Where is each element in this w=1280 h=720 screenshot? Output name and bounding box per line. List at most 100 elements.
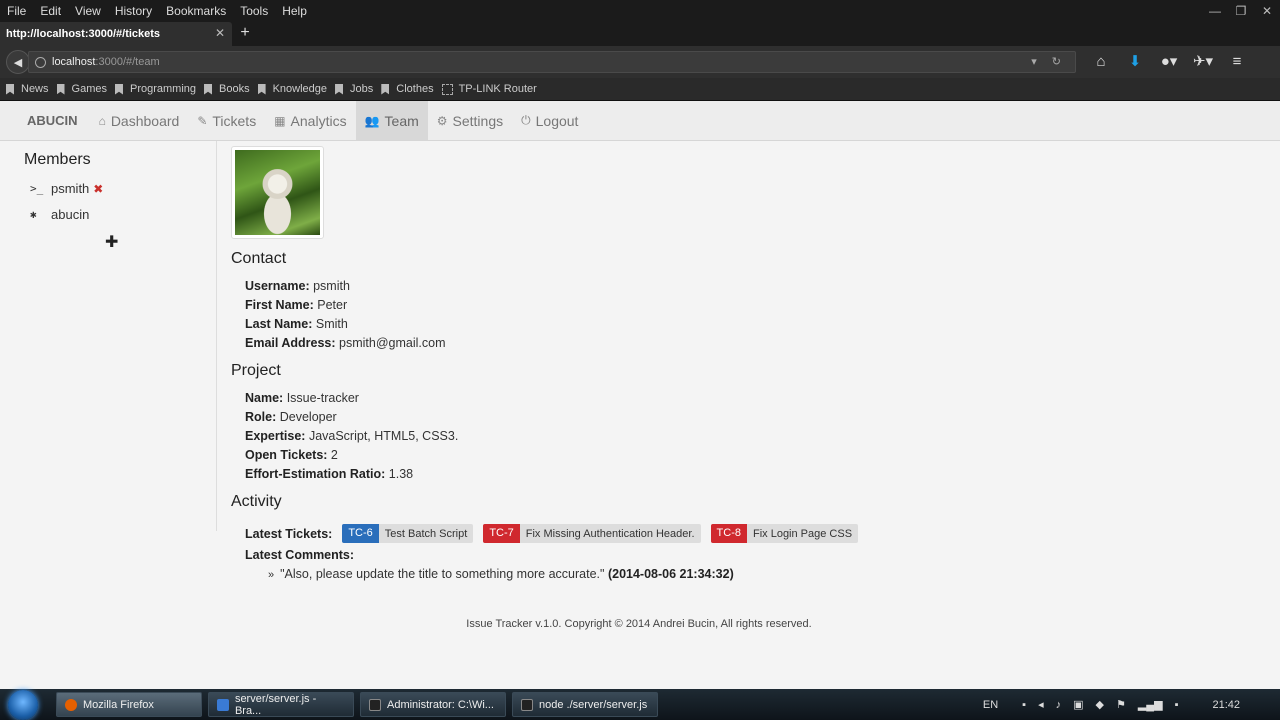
bookmark-icon bbox=[114, 83, 123, 95]
bookmark-knowledge[interactable]: Knowledge bbox=[257, 83, 327, 95]
field-label: Username: bbox=[245, 279, 310, 293]
brackets-icon bbox=[217, 698, 229, 711]
chevron-right-icon: » bbox=[268, 569, 275, 581]
nav-dashboard[interactable]: ⌂ Dashboard bbox=[90, 101, 189, 140]
clock[interactable]: 21:42 bbox=[1212, 699, 1240, 711]
add-member-icon[interactable]: ✚ bbox=[105, 232, 118, 252]
start-button[interactable] bbox=[0, 689, 40, 720]
gear-icon: ⚙ bbox=[436, 113, 448, 128]
menu-file[interactable]: File bbox=[0, 4, 33, 18]
app-navbar: ABUCIN ⌂ Dashboard ✎ Tickets ▦ Analytics 👥 T… bbox=[0, 101, 1280, 141]
ticket-title: Fix Login Page CSS bbox=[752, 527, 853, 540]
browser-menubar: File Edit View History Bookmarks Tools H… bbox=[0, 0, 1280, 22]
bookmark-tplink[interactable]: TP-LINK Router bbox=[441, 83, 537, 95]
comment-text: "Also, please update the title to someth… bbox=[280, 567, 605, 581]
members-sidebar: Members >_ psmith ✖ ✱ abucin ✚ bbox=[0, 141, 217, 531]
terminal-icon: >_ bbox=[30, 182, 44, 195]
bookmark-games[interactable]: Games bbox=[56, 83, 107, 95]
ticket-id: TC-8 bbox=[710, 524, 747, 543]
maximize-button[interactable]: ❐ bbox=[1228, 4, 1254, 18]
tray-app-icon[interactable]: ▪ bbox=[1022, 699, 1026, 711]
home-icon[interactable]: ⌂ bbox=[1084, 53, 1118, 70]
nav-label: Team bbox=[384, 112, 419, 129]
url-bar[interactable]: localhost:3000/#/team ▾ ↻ bbox=[28, 51, 1076, 73]
field-value: 2 bbox=[330, 448, 338, 462]
tray-app-icon[interactable]: ◂ bbox=[1038, 698, 1044, 711]
gpu-icon[interactable]: ▪ bbox=[1175, 699, 1179, 711]
network-icon[interactable]: ▣ bbox=[1073, 698, 1083, 711]
window-controls: — ❐ ✕ bbox=[1202, 0, 1280, 22]
ticket-badge[interactable]: TC-8 Fix Login Page CSS bbox=[710, 524, 859, 543]
speaker-icon[interactable]: ♪ bbox=[1056, 699, 1062, 711]
field-value: Smith bbox=[315, 317, 348, 331]
task-node[interactable]: node ./server/server.js bbox=[512, 692, 658, 717]
browser-navbar: ◀ localhost:3000/#/team ▾ ↻ ⌂ ⬇ ●▾ ✈▾ ≡ bbox=[0, 46, 1280, 78]
app-brand[interactable]: ABUCIN bbox=[15, 101, 90, 140]
bookmark-icon bbox=[204, 83, 213, 95]
flag-icon[interactable]: ⚑ bbox=[1116, 698, 1126, 711]
nav-label: Analytics bbox=[290, 112, 347, 129]
member-psmith[interactable]: >_ psmith ✖ bbox=[30, 181, 103, 196]
member-name: abucin bbox=[51, 207, 90, 222]
bookmarks-bar: News Games Programming Books Knowledge J… bbox=[0, 78, 1280, 101]
bookmark-clothes[interactable]: Clothes bbox=[381, 83, 434, 95]
nav-tickets[interactable]: ✎ Tickets bbox=[188, 101, 265, 140]
project-title: Project bbox=[231, 362, 281, 379]
signal-icon[interactable]: ▂▄▆ bbox=[1138, 698, 1163, 711]
new-tab-button[interactable]: + bbox=[232, 22, 258, 46]
bookmark-label: Clothes bbox=[396, 83, 434, 95]
tab-close-icon[interactable]: ✕ bbox=[215, 26, 225, 40]
ticket-badge[interactable]: TC-7 Fix Missing Authentication Header. bbox=[483, 524, 701, 543]
latest-tickets: Latest Tickets: TC-6 Test Batch Script TC… bbox=[245, 524, 868, 543]
username-field: Username: psmith bbox=[245, 279, 350, 293]
bookmark-icon bbox=[335, 83, 344, 95]
toolbar-icons: ⌂ ⬇ ●▾ ✈▾ ≡ bbox=[1084, 52, 1254, 71]
minimize-button[interactable]: — bbox=[1202, 4, 1228, 18]
contact-title: Contact bbox=[231, 250, 287, 267]
menu-bookmarks[interactable]: Bookmarks bbox=[159, 4, 233, 18]
back-icon[interactable]: ◀ bbox=[6, 50, 30, 74]
bookmark-news[interactable]: News bbox=[6, 83, 49, 95]
antivirus-icon[interactable]: ◆ bbox=[1096, 698, 1104, 711]
footer: Issue Tracker v.1.0. Copyright © 2014 An… bbox=[466, 618, 812, 630]
task-brackets[interactable]: server/server.js - Bra... bbox=[208, 692, 354, 717]
ticket-badge[interactable]: TC-6 Test Batch Script bbox=[342, 524, 474, 543]
bookmark-jobs[interactable]: Jobs bbox=[335, 83, 373, 95]
nav-logout[interactable]: ⏻ Logout bbox=[512, 101, 587, 140]
task-cmd[interactable]: Administrator: C:\Wi... bbox=[360, 692, 506, 717]
avatar bbox=[231, 146, 324, 239]
menu-edit[interactable]: Edit bbox=[33, 4, 68, 18]
close-window-button[interactable]: ✕ bbox=[1254, 4, 1280, 18]
sidebar-title: Members bbox=[24, 151, 91, 168]
bookmark-label: Books bbox=[219, 83, 250, 95]
field-value: Peter bbox=[317, 298, 348, 312]
field-value: JavaScript, HTML5, CSS3. bbox=[308, 429, 459, 443]
open-tickets-field: Open Tickets: 2 bbox=[245, 448, 338, 462]
browser-tab[interactable]: http://localhost:3000/#/tickets ✕ bbox=[0, 22, 232, 46]
adblock-icon[interactable]: ●▾ bbox=[1152, 52, 1186, 70]
browser-tabbar: http://localhost:3000/#/tickets ✕ + bbox=[0, 22, 1280, 46]
menu-history[interactable]: History bbox=[108, 4, 159, 18]
sync-icon[interactable]: ✈▾ bbox=[1186, 52, 1220, 70]
download-icon[interactable]: ⬇ bbox=[1118, 52, 1152, 70]
field-label: Name: bbox=[245, 391, 284, 405]
bookmark-programming[interactable]: Programming bbox=[114, 83, 196, 95]
member-abucin[interactable]: ✱ abucin bbox=[30, 207, 89, 222]
nav-analytics[interactable]: ▦ Analytics bbox=[265, 101, 355, 140]
nav-team[interactable]: 👥 Team bbox=[355, 101, 428, 140]
field-label: Email Address: bbox=[245, 336, 336, 350]
hamburger-menu-icon[interactable]: ≡ bbox=[1220, 53, 1254, 70]
menu-view[interactable]: View bbox=[68, 4, 108, 18]
bookmark-label: News bbox=[21, 83, 49, 95]
remove-member-icon[interactable]: ✖ bbox=[93, 182, 103, 196]
url-path: :3000/#/team bbox=[95, 56, 160, 68]
menu-help[interactable]: Help bbox=[275, 4, 314, 18]
menu-tools[interactable]: Tools bbox=[233, 4, 275, 18]
bookmark-books[interactable]: Books bbox=[204, 83, 250, 95]
reload-icon[interactable]: ▾ ↻ bbox=[1031, 55, 1067, 68]
field-label: Last Name: bbox=[245, 317, 313, 331]
nav-settings[interactable]: ⚙ Settings bbox=[428, 101, 512, 140]
cat-photo bbox=[235, 150, 320, 235]
language-indicator[interactable]: EN bbox=[983, 699, 998, 711]
task-firefox[interactable]: Mozilla Firefox bbox=[56, 692, 202, 717]
